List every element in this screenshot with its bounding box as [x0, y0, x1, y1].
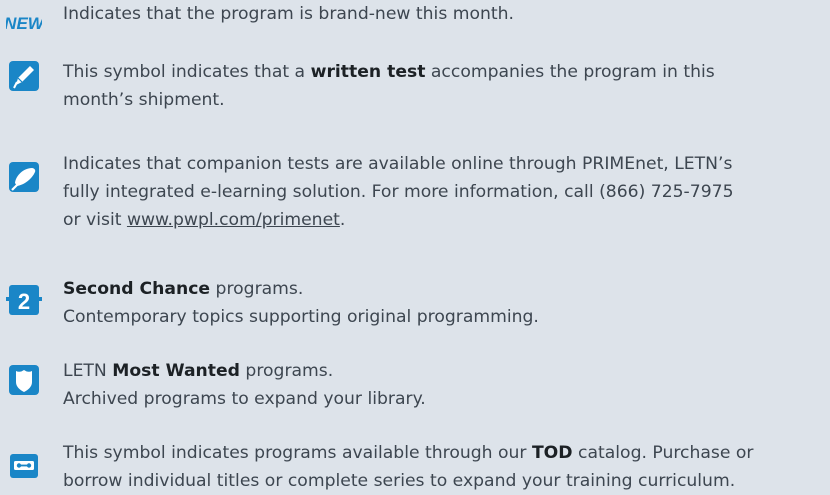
- legend-text-written-test: This symbol indicates that a written tes…: [63, 62, 715, 110]
- legend-text-new: Indicates that the program is brand-new …: [63, 4, 514, 24]
- svg-text:NEW: NEW: [6, 14, 42, 33]
- legend-text-second-chance: Second Chance programs. Contemporary top…: [63, 279, 539, 327]
- new-badge-icon: NEW: [6, 14, 42, 33]
- videotape-icon: [10, 454, 38, 478]
- badge-shield-icon: [9, 365, 39, 395]
- svg-text:2: 2: [18, 289, 30, 314]
- eraser-pencil-icon: [9, 162, 39, 192]
- pencil-icon: [9, 61, 39, 91]
- primenet-link[interactable]: www.pwpl.com/primenet: [127, 210, 340, 230]
- legend-text-tod: This symbol indicates programs available…: [63, 443, 754, 491]
- number-2-icon: 2: [6, 285, 42, 315]
- legend-text-most-wanted: LETN Most Wanted programs. Archived prog…: [63, 361, 426, 409]
- legend-text-online-tests: Indicates that companion tests are avail…: [63, 154, 734, 230]
- legend-page: { "legend": { "new": { "icon": "new-badg…: [0, 0, 830, 495]
